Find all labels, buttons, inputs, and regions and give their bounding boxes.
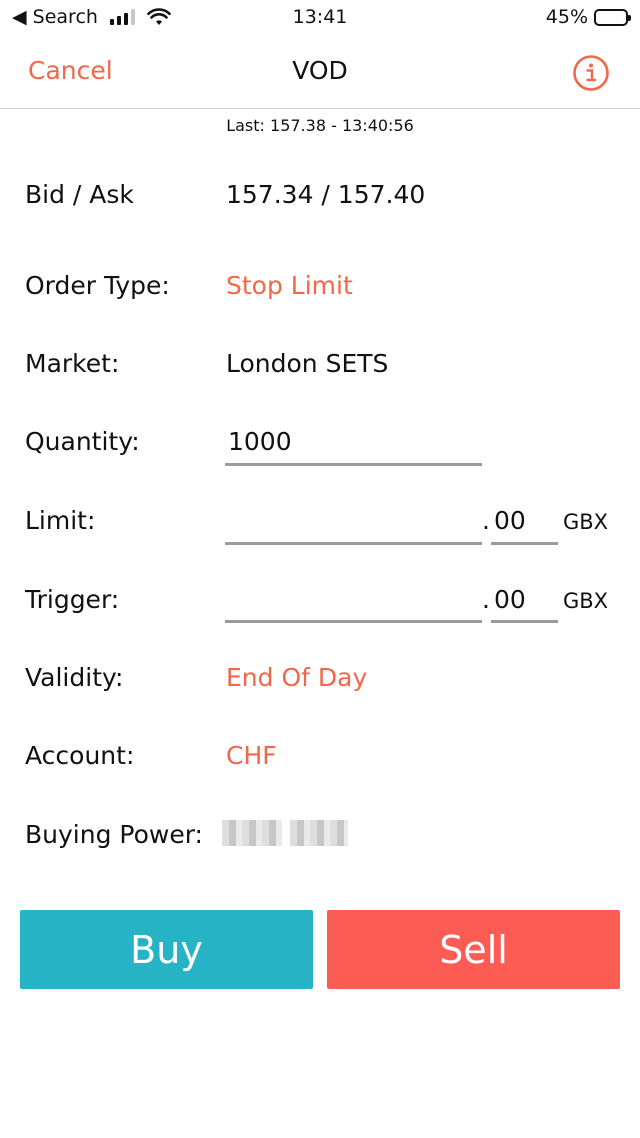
navigation-bar: Cancel VOD — [0, 36, 640, 109]
bid-ask-value: 157.34 / 157.40 — [226, 180, 426, 209]
account-selector[interactable]: CHF — [226, 741, 277, 770]
buying-power-redacted-currency — [290, 820, 348, 846]
trigger-decimal-underline — [491, 620, 558, 623]
quantity-input[interactable]: 1000 — [228, 427, 292, 456]
trigger-integer-input[interactable] — [225, 620, 482, 623]
limit-decimal-underline — [491, 542, 558, 545]
trigger-decimal-point: . — [482, 585, 490, 614]
status-right: 45% — [545, 6, 631, 28]
quantity-underline — [225, 463, 482, 466]
account-label: Account: — [25, 741, 135, 770]
sell-button[interactable]: Sell — [327, 910, 620, 989]
limit-label: Limit: — [25, 506, 96, 535]
bid-ask-label: Bid / Ask — [25, 180, 134, 209]
battery-percent: 45% — [545, 6, 588, 28]
market-value: London SETS — [226, 349, 389, 378]
limit-decimal-point: . — [482, 506, 490, 535]
buying-power-redacted-amount — [222, 820, 282, 846]
status-bar: ◀ Search 13:41 45% — [0, 0, 640, 36]
trigger-unit: GBX — [563, 589, 609, 613]
limit-decimal-input[interactable]: 00 — [494, 506, 526, 535]
limit-integer-input[interactable] — [225, 542, 482, 545]
order-type-label: Order Type: — [25, 271, 170, 300]
limit-unit: GBX — [563, 510, 609, 534]
buying-power-label: Buying Power: — [25, 820, 203, 849]
market-label: Market: — [25, 349, 120, 378]
info-icon[interactable] — [572, 54, 610, 92]
order-type-selector[interactable]: Stop Limit — [226, 271, 353, 300]
status-time: 13:41 — [292, 6, 348, 28]
trigger-decimal-input[interactable]: 00 — [494, 585, 526, 614]
page-title: VOD — [292, 56, 348, 85]
last-price: Last: 157.38 - 13:40:56 — [226, 116, 414, 135]
trigger-label: Trigger: — [25, 585, 120, 614]
battery-icon — [594, 8, 631, 26]
buy-button[interactable]: Buy — [20, 910, 313, 989]
quantity-label: Quantity: — [25, 427, 140, 456]
validity-selector[interactable]: End Of Day — [226, 663, 367, 692]
validity-label: Validity: — [25, 663, 124, 692]
